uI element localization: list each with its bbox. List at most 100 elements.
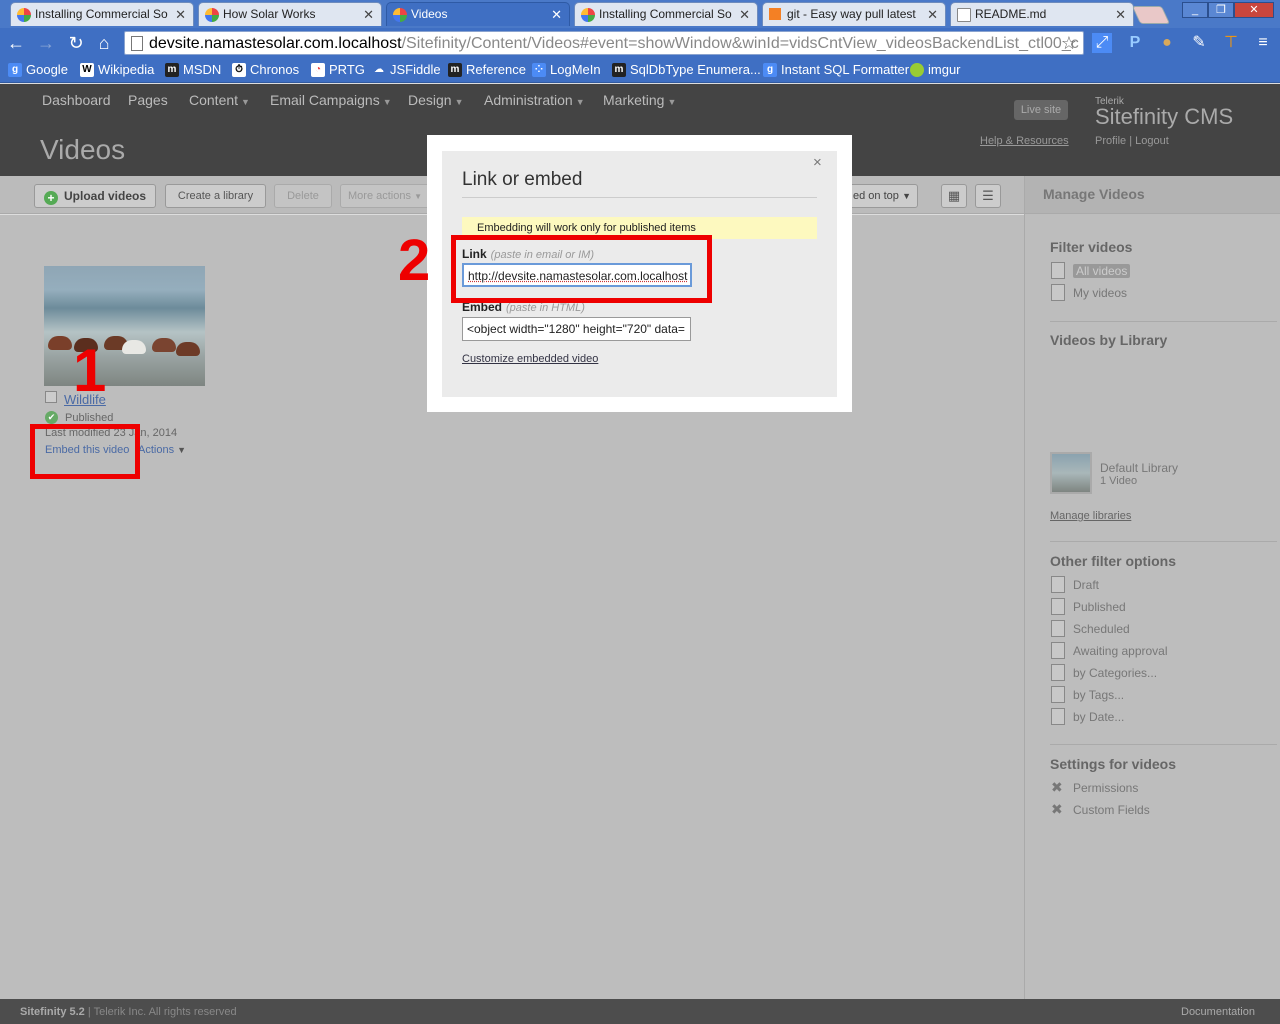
product-version: Sitefinity 5.2 [20,1006,85,1018]
close-icon[interactable]: × [813,154,822,171]
restore-icon[interactable]: ❐ [1208,2,1234,18]
menu-design[interactable]: Design ▼ [408,92,464,108]
divider [462,197,817,198]
page-icon [1051,664,1065,681]
bookmark-prtg[interactable]: ◔ PRTG [311,62,365,77]
menu-administration[interactable]: Administration ▼ [484,92,585,108]
sort-select[interactable]: ed on top ▼ [846,184,918,208]
reference-icon: m [448,63,462,77]
bookmark-google[interactable]: g Google [8,62,68,77]
more-actions-button[interactable]: More actions ▼ [340,184,430,208]
close-icon[interactable]: ✕ [363,7,374,23]
menu-email-campaigns[interactable]: Email Campaigns ▼ [270,92,392,108]
reload-icon[interactable]: ↻ [64,32,88,54]
menu-label: Pages [128,92,168,108]
bookmark-chronos[interactable]: ⏱ Chronos [232,62,299,77]
menu-marketing[interactable]: Marketing ▼ [603,92,676,108]
bookmark-reference[interactable]: m Reference [448,62,526,77]
menu-icon[interactable]: ≡ [1252,33,1274,53]
bookmark-wikipedia[interactable]: W Wikipedia [80,62,154,77]
filter-published[interactable]: Published [1051,598,1126,615]
filter-by-date[interactable]: by Date... [1051,708,1125,725]
menu-dashboard[interactable]: Dashboard [42,92,111,108]
cms-footer: Sitefinity 5.2 | Telerik Inc. All rights… [0,999,1280,1024]
bookmark-label: imgur [928,62,961,77]
logout-link[interactable]: Logout [1135,135,1169,147]
eyedropper-icon[interactable]: ✎ [1188,33,1210,53]
bookmark-imgur[interactable]: imgur [910,62,961,77]
create-library-button[interactable]: Create a library [165,184,266,208]
custom-fields-link[interactable]: ✖ Custom Fields [1051,801,1150,817]
customize-embed-link[interactable]: Customize embedded video [462,353,598,365]
filter-awaiting-approval[interactable]: Awaiting approval [1051,642,1168,659]
address-bar[interactable]: devsite.namastesolar.com.localhost/Sitef… [124,31,1084,55]
browser-tab[interactable]: git - Easy way pull latest ✕ [762,2,946,26]
tab-title: How Solar Works [223,7,316,21]
help-resources-link[interactable]: Help & Resources [980,135,1069,147]
default-library-item[interactable]: Default Library [1100,461,1178,475]
close-window-icon[interactable]: ✕ [1234,2,1274,18]
star-icon[interactable]: ☆ [1061,33,1077,54]
new-tab-button[interactable] [1131,6,1171,24]
minimize-icon[interactable]: _ [1182,2,1208,18]
filter-label: Draft [1073,578,1100,592]
filter-draft[interactable]: Draft [1051,576,1100,593]
menu-label: Administration [484,92,573,108]
profile-link[interactable]: Profile [1095,135,1126,147]
menu-content[interactable]: Content ▼ [189,92,250,108]
home-icon[interactable]: ⌂ [92,32,116,54]
divider [1050,744,1277,745]
extension-p-icon[interactable]: P [1124,33,1146,53]
bookmark-msdn[interactable]: m MSDN [165,62,221,77]
plus-icon: + [43,191,58,205]
grid-view-icon[interactable]: ▦ [941,184,967,208]
upload-videos-button[interactable]: + Upload videos [34,184,156,208]
sitefinity-icon [205,8,219,22]
browser-tab-active[interactable]: Videos ✕ [386,2,570,26]
delete-button[interactable]: Delete [274,184,332,208]
list-view-icon[interactable]: ☰ [975,184,1001,208]
url-path: /Sitefinity/Content/Videos#event=showWin… [401,35,1079,52]
close-icon[interactable]: ✕ [551,7,562,23]
bookmark-logmein[interactable]: ⁘ LogMeIn [532,62,601,77]
library-thumbnail[interactable] [1050,452,1092,494]
extension-icon[interactable]: ⤢ [1092,33,1112,53]
stackoverflow-icon [769,8,781,20]
live-site-button[interactable]: Live site [1014,100,1068,120]
browser-tab[interactable]: How Solar Works ✕ [198,2,382,26]
close-icon[interactable]: ✕ [1115,7,1126,23]
filter-all-videos[interactable]: All videos [1051,262,1131,279]
page-icon [1051,284,1065,301]
documentation-link[interactable]: Documentation [1181,1006,1255,1018]
forward-icon[interactable]: → [34,32,58,54]
browser-tab[interactable]: Installing Commercial So ✕ [574,2,758,26]
cookie-icon[interactable]: ● [1156,33,1178,53]
extension-t-icon[interactable]: ⊤ [1220,33,1242,53]
filter-by-tags[interactable]: by Tags... [1051,686,1124,703]
filter-by-categories[interactable]: by Categories... [1051,664,1157,681]
permissions-link[interactable]: ✖ Permissions [1051,779,1138,795]
browser-tab[interactable]: README.md ✕ [950,2,1134,26]
filter-label: by Date... [1073,710,1125,724]
close-icon[interactable]: ✕ [739,7,750,23]
tab-title: Installing Commercial So [599,7,732,21]
chevron-down-icon: ▼ [454,97,464,107]
bookmark-jsfiddle[interactable]: ☁ JSFiddle [372,62,441,77]
manage-libraries-link[interactable]: Manage libraries [1050,510,1131,522]
browser-tab[interactable]: Installing Commercial So ✕ [10,2,194,26]
google-icon: g [8,63,22,77]
filter-my-videos[interactable]: My videos [1051,284,1127,301]
close-icon[interactable]: ✕ [175,7,186,23]
select-checkbox[interactable] [45,391,57,403]
filter-scheduled[interactable]: Scheduled [1051,620,1130,637]
back-icon[interactable]: ← [4,32,28,54]
sidebar: Manage Videos Filter videos All videos M… [1024,176,1280,999]
menu-pages[interactable]: Pages [128,92,168,108]
bookmark-sqldbtype[interactable]: m SqlDbType Enumera... [612,62,761,77]
bookmark-label: LogMeIn [550,62,601,77]
embed-field[interactable]: <object width="1280" height="720" data= [462,317,691,341]
actions-menu-link[interactable]: Actions ▼ [138,444,186,456]
close-icon[interactable]: ✕ [927,7,938,23]
video-thumbnail[interactable] [44,266,205,386]
bookmark-sql-formatter[interactable]: g Instant SQL Formatter [763,62,909,77]
